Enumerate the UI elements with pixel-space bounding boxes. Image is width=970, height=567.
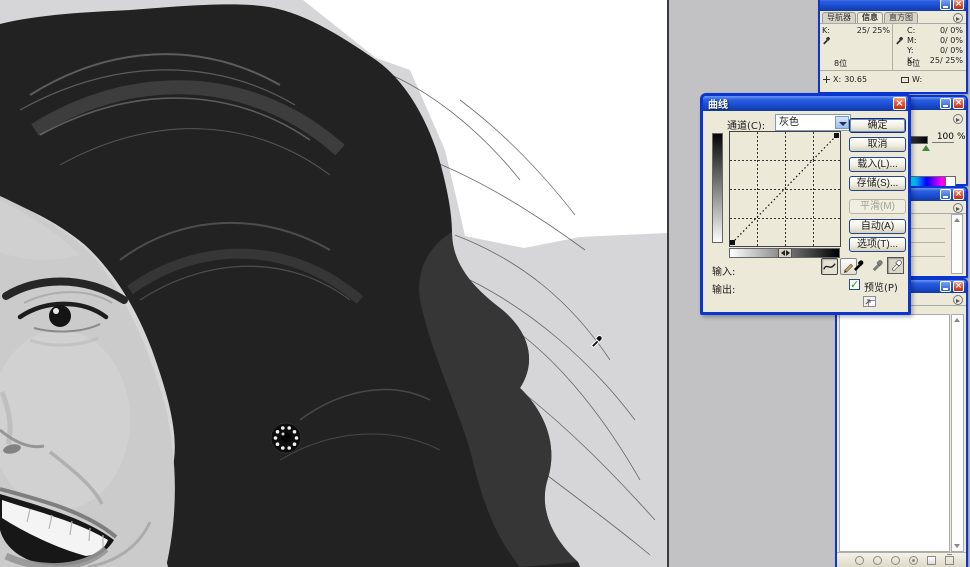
magenta-value: 0/ 0% — [940, 36, 963, 46]
magenta-label: M: — [907, 36, 921, 46]
gray-channel-label: K: — [822, 26, 836, 36]
scroll-down-icon[interactable] — [954, 544, 960, 548]
scroll-up-icon[interactable] — [954, 318, 960, 322]
bit-depth-right: 8位 — [907, 58, 920, 69]
portrait-photo — [0, 0, 667, 567]
black-eyedropper-icon — [851, 259, 865, 273]
layer-link-icon[interactable] — [855, 556, 864, 565]
minimize-icon[interactable] — [940, 0, 951, 10]
minimize-icon[interactable] — [940, 98, 951, 109]
close-icon[interactable]: × — [953, 189, 964, 200]
output-gradient-bar — [712, 133, 723, 243]
bit-depth-left: 8位 — [834, 58, 847, 69]
eye-iris — [49, 305, 71, 327]
close-icon[interactable]: × — [953, 0, 964, 10]
layer-mask-icon[interactable] — [891, 556, 900, 565]
panel-menu-icon[interactable] — [953, 114, 963, 124]
dialog-title: 曲线 — [705, 96, 728, 111]
info-panel-tabs: 导航器 信息 直方图 — [820, 11, 966, 24]
selection-size-icon — [901, 77, 909, 83]
curves-dialog: 曲线 × 通道(C): 灰色 — [700, 93, 911, 315]
output-label: 输出: — [712, 281, 735, 296]
eyedropper-icon — [894, 36, 904, 46]
channel-value: 灰色 — [779, 117, 799, 128]
cyan-value: 0/ 0% — [940, 26, 963, 36]
load-button[interactable]: 载入(L)... — [849, 157, 906, 172]
curve-point-shadow[interactable] — [730, 240, 735, 245]
x-coordinate-value: 30.65 — [844, 75, 867, 84]
midtone-marker[interactable] — [778, 248, 792, 258]
input-label: 输入: — [712, 263, 735, 278]
curve-tool-icon — [822, 259, 837, 274]
curve-point-highlight[interactable] — [834, 133, 839, 138]
scrollbar[interactable] — [951, 214, 963, 274]
smooth-button: 平滑(M) — [849, 199, 906, 214]
cancel-button[interactable]: 取消 — [849, 137, 906, 152]
yellow-label: Y: — [907, 46, 921, 56]
x-coordinate-label: X: — [833, 75, 841, 84]
gray-slider-value[interactable]: 100 — [932, 132, 954, 143]
black-value: 25/ 25% — [930, 56, 963, 66]
ok-button[interactable]: 确定 — [849, 118, 906, 133]
info-panel: × 导航器 信息 直方图 K: 25/ 25% 8位 — [818, 0, 968, 94]
eyedropper-icon — [821, 36, 831, 46]
preview-checkbox[interactable]: ✓ — [849, 279, 860, 290]
gray-slider-thumb[interactable] — [922, 145, 930, 151]
panel-menu-icon[interactable] — [953, 13, 963, 23]
resize-grip-icon[interactable] — [863, 296, 876, 307]
tab-info[interactable]: 信息 — [857, 12, 883, 23]
chevron-down-icon[interactable] — [835, 116, 849, 129]
cyan-label: C: — [907, 26, 921, 36]
save-button[interactable]: 存储(S)... — [849, 176, 906, 191]
panel-menu-icon[interactable] — [953, 295, 963, 305]
document-canvas[interactable] — [0, 0, 669, 567]
layers-list[interactable] — [839, 314, 950, 552]
minimize-icon[interactable] — [940, 189, 951, 200]
yellow-value: 0/ 0% — [940, 46, 963, 56]
gray-channel-value: 25/ 25% — [857, 26, 890, 36]
delete-layer-icon[interactable] — [945, 556, 954, 565]
eyedropper-cursor — [588, 334, 604, 350]
auto-button[interactable]: 自动(A) — [849, 219, 906, 234]
black-point-dropper[interactable] — [849, 257, 866, 274]
crosshair-icon — [823, 76, 830, 83]
layer-style-icon[interactable] — [873, 556, 882, 565]
adjustment-layer-icon[interactable] — [909, 556, 918, 565]
layers-panel: × — [835, 278, 968, 567]
info-readouts: K: 25/ 25% 8位 C: 0/ 0% M: — [820, 24, 966, 90]
new-layer-icon[interactable] — [927, 556, 936, 565]
scrollbar[interactable] — [951, 314, 964, 552]
tab-navigator[interactable]: 导航器 — [822, 12, 856, 23]
channel-select[interactable]: 灰色 — [775, 114, 851, 131]
input-gradient-bar — [729, 248, 840, 258]
photoshop-workspace: × 导航器 信息 直方图 K: 25/ 25% 8位 — [0, 0, 970, 567]
layers-footer — [837, 552, 966, 567]
options-button[interactable]: 选项(T)... — [849, 237, 906, 252]
preview-label: 预览(P) — [864, 279, 898, 294]
minimize-icon[interactable] — [940, 281, 951, 292]
white-swatch[interactable] — [945, 177, 955, 186]
info-panel-titlebar[interactable]: × — [820, 0, 966, 11]
width-label: W: — [912, 75, 922, 84]
close-icon[interactable]: × — [893, 97, 906, 110]
tab-histogram[interactable]: 直方图 — [884, 12, 918, 23]
percent-label: % — [957, 132, 966, 142]
white-point-dropper[interactable] — [887, 257, 904, 274]
close-icon[interactable]: × — [953, 281, 964, 292]
curve-tool-button[interactable] — [821, 258, 838, 275]
close-icon[interactable]: × — [953, 98, 964, 109]
earring — [271, 423, 301, 453]
gray-point-dropper[interactable] — [868, 257, 885, 274]
panel-menu-icon[interactable] — [953, 203, 963, 213]
white-eyedropper-icon — [889, 259, 903, 273]
scroll-up-icon[interactable] — [954, 218, 960, 222]
channel-label: 通道(C): — [727, 117, 765, 132]
gray-eyedropper-icon — [870, 259, 884, 273]
curves-titlebar[interactable]: 曲线 × — [703, 96, 908, 111]
curve-grid[interactable] — [729, 131, 841, 247]
